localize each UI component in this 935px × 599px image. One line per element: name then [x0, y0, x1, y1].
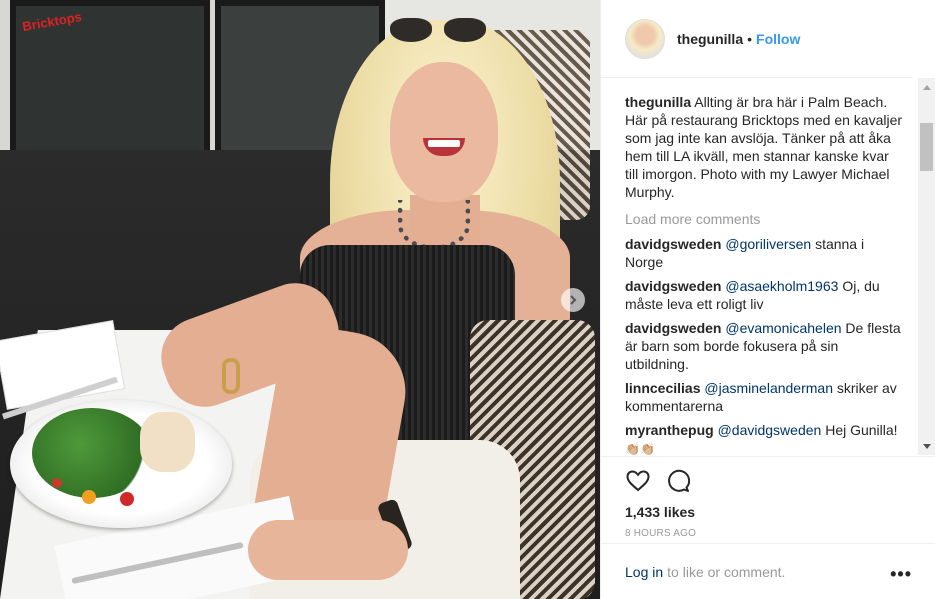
comment: davidgsweden @goriliversen stanna i Norg…	[625, 235, 903, 271]
caption: thegunilla Allting är bra här i Palm Bea…	[625, 93, 903, 201]
avatar[interactable]	[625, 18, 665, 59]
comment-mention[interactable]: @davidgsweden	[718, 422, 822, 438]
post-photo[interactable]: Bricktops	[0, 0, 600, 599]
comment-text: Hej Gunilla!	[825, 422, 898, 438]
teeth	[428, 140, 460, 147]
like-button[interactable]	[625, 468, 651, 494]
scroll-up-arrow-icon[interactable]	[918, 78, 935, 95]
comment-icon	[668, 469, 690, 492]
login-prompt-text: to like or comment.	[667, 563, 786, 580]
pearl-necklace	[398, 200, 470, 250]
face	[390, 62, 498, 202]
post-sidebar: thegunilla • Follow thegunilla Allting ä…	[600, 0, 935, 599]
heart-icon	[626, 469, 650, 491]
comment-username[interactable]: davidgsweden	[625, 278, 721, 294]
salad	[32, 408, 152, 498]
caption-username[interactable]: thegunilla	[625, 94, 691, 110]
login-link[interactable]: Log in	[625, 564, 663, 580]
chevron-right-icon	[570, 295, 577, 305]
post-footer: Log in to like or comment. •••	[601, 543, 935, 599]
comments-scrollbar[interactable]	[918, 78, 935, 455]
comment-username[interactable]: linncecilias	[625, 380, 700, 396]
comment: linncecilias @jasminelanderman skriker a…	[625, 379, 903, 415]
comment-mention[interactable]: @goriliversen	[725, 236, 811, 252]
comment: davidgsweden @asaekholm1963 Oj, du måste…	[625, 277, 903, 313]
comment: davidgsweden @evamonicahelen De flesta ä…	[625, 319, 903, 373]
scrollbar-thumb[interactable]	[920, 123, 933, 171]
likes-count[interactable]: 1,433 likes	[601, 504, 935, 524]
comment-mention[interactable]: @asaekholm1963	[725, 278, 838, 294]
comment-button[interactable]	[665, 468, 691, 494]
clapping-emoji: 👏🏼👏🏼	[625, 442, 655, 456]
comment-username[interactable]: myranthepug	[625, 422, 714, 438]
more-options-icon[interactable]: •••	[890, 564, 912, 585]
instagram-post: Bricktops thegunilla • Follow thegunilla…	[0, 0, 935, 599]
follow-button[interactable]: Follow	[756, 31, 800, 47]
comment-username[interactable]: davidgsweden	[625, 320, 721, 336]
post-header: thegunilla • Follow	[601, 0, 913, 78]
tomato	[82, 490, 96, 504]
load-more-comments[interactable]: Load more comments	[625, 211, 903, 227]
hand	[248, 520, 408, 580]
header-username[interactable]: thegunilla	[677, 31, 743, 47]
header-separator: •	[747, 30, 753, 47]
comment-username[interactable]: davidgsweden	[625, 236, 721, 252]
bracelet	[222, 358, 240, 394]
scroll-down-arrow-icon[interactable]	[918, 438, 935, 455]
next-image-button[interactable]	[561, 288, 585, 312]
action-bar	[601, 456, 935, 504]
tuna-salad	[140, 412, 195, 472]
sunglasses	[390, 18, 488, 46]
comments-list[interactable]: thegunilla Allting är bra här i Palm Bea…	[601, 78, 935, 456]
comment: myranthepug @davidgsweden Hej Gunilla! 👏…	[625, 421, 903, 456]
tomato	[52, 478, 62, 488]
tomato	[120, 492, 134, 506]
comment-mention[interactable]: @evamonicahelen	[725, 320, 841, 336]
comment-mention[interactable]: @jasminelanderman	[704, 380, 833, 396]
